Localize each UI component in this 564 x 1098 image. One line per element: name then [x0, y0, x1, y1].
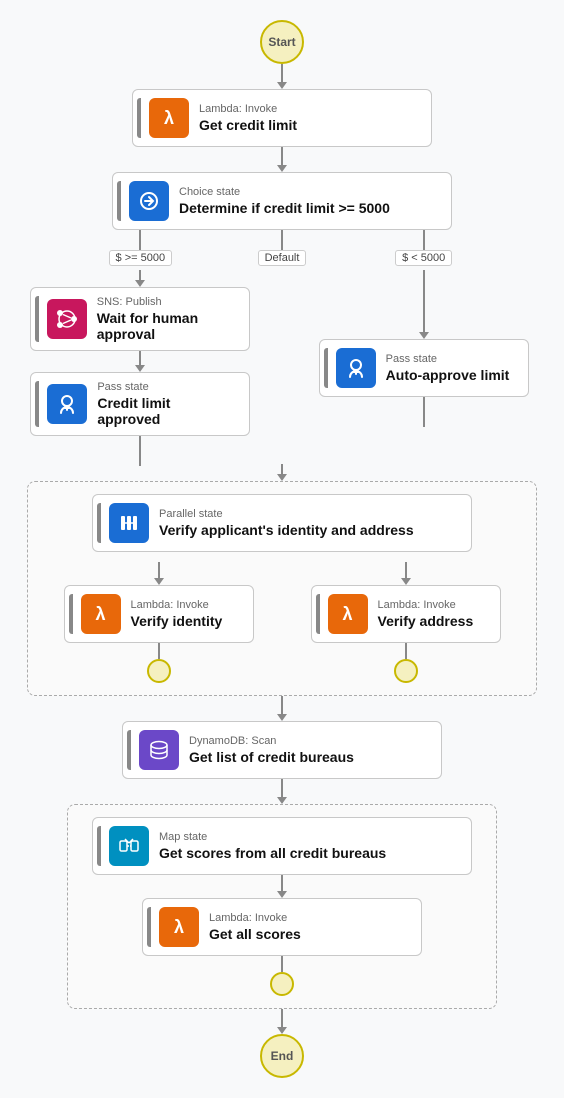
branch-middle: Default: [254, 230, 311, 270]
arrowhead: [277, 82, 287, 89]
branch-left: $ >= 5000: [27, 230, 254, 466]
workflow-canvas: Start λ Lambda: Invoke Get credit limit: [0, 0, 564, 1098]
connector-after-parallel: [277, 696, 287, 721]
lambda-get-credit-limit[interactable]: λ Lambda: Invoke Get credit limit: [132, 89, 432, 147]
sns-publish[interactable]: SNS: Publish Wait for human approval: [30, 287, 250, 351]
branch-identity: λ Lambda: Invoke Verify identity: [40, 562, 277, 683]
branch-end-address: [394, 659, 418, 683]
map-state[interactable]: Map state Get scores from all credit bur…: [92, 817, 472, 875]
parallel-branches: λ Lambda: Invoke Verify identity: [40, 562, 524, 683]
pass-state-auto[interactable]: Pass state Auto-approve limit: [319, 339, 529, 397]
parallel-container: Parallel state Verify applicant's identi…: [27, 481, 537, 696]
connector-to-map: [277, 779, 287, 804]
branch-address: λ Lambda: Invoke Verify address: [287, 562, 524, 683]
state-text: Lambda: Invoke Get credit limit: [199, 103, 297, 133]
map-container: Map state Get scores from all credit bur…: [67, 804, 497, 1009]
choice-icon: [129, 181, 169, 221]
lambda-get-scores[interactable]: λ Lambda: Invoke Get all scores: [142, 898, 422, 956]
left-bar: [137, 98, 141, 138]
connector-1: [277, 64, 287, 89]
sns-icon: [47, 299, 87, 339]
end-node: End: [260, 1034, 304, 1078]
choice-state[interactable]: Choice state Determine if credit limit >…: [112, 172, 452, 230]
lambda-icon-identity: λ: [81, 594, 121, 634]
branch-end-identity: [147, 659, 171, 683]
choice-branch-area: $ >= 5000: [27, 230, 537, 481]
parallel-icon: [109, 503, 149, 543]
dynamo-scan[interactable]: DynamoDB: Scan Get list of credit bureau…: [122, 721, 442, 779]
lambda-icon: λ: [149, 98, 189, 138]
start-node: Start: [260, 20, 304, 64]
branch-right: $ < 5000 Pass s: [310, 230, 537, 427]
dynamo-icon: [139, 730, 179, 770]
connector-to-end: [277, 1009, 287, 1034]
map-icon: [109, 826, 149, 866]
parallel-state[interactable]: Parallel state Verify applicant's identi…: [92, 494, 472, 552]
lambda-verify-address[interactable]: λ Lambda: Invoke Verify address: [311, 585, 501, 643]
pass-icon-1: [47, 384, 87, 424]
lambda-icon-scores: λ: [159, 907, 199, 947]
map-end-node: [270, 972, 294, 996]
vert-line: [281, 64, 283, 82]
lambda-verify-identity[interactable]: λ Lambda: Invoke Verify identity: [64, 585, 254, 643]
connector-2: [277, 147, 287, 172]
pass-icon-2: [336, 348, 376, 388]
lambda-icon-address: λ: [328, 594, 368, 634]
pass-state-approved[interactable]: Pass state Credit limit approved: [30, 372, 250, 436]
